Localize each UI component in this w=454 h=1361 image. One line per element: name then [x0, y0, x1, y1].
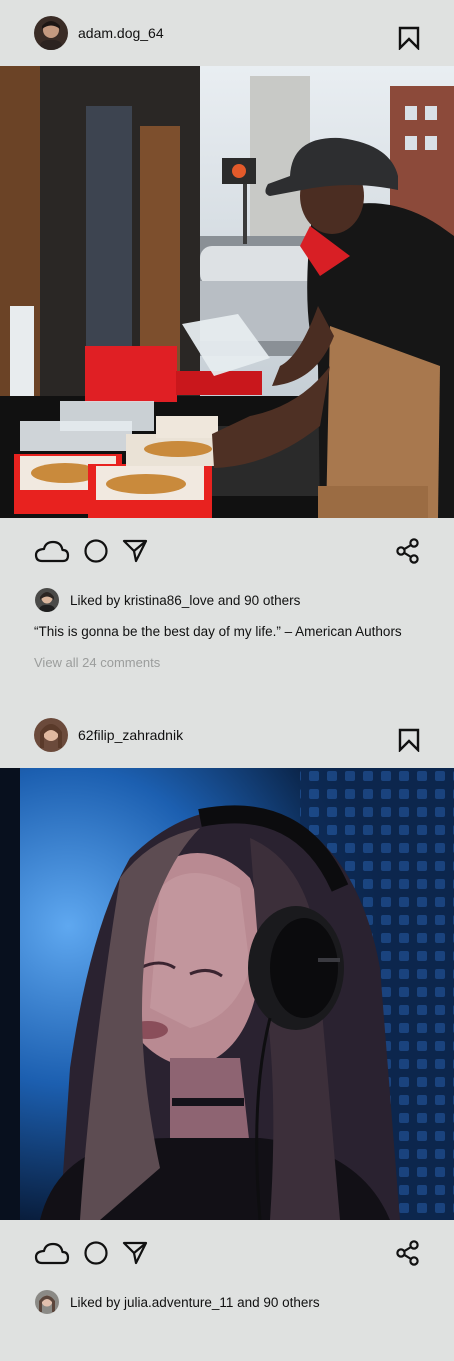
view-comments-link[interactable]: View all 24 comments — [34, 655, 454, 670]
post-header: 62filip_zahradnik — [0, 702, 454, 768]
caption: “This is gonna be the best day of my lif… — [34, 624, 402, 639]
cloud-icon[interactable] — [34, 538, 70, 569]
avatar[interactable] — [35, 588, 59, 612]
post-actions — [0, 518, 454, 584]
cloud-icon[interactable] — [34, 1240, 70, 1271]
post-header: adam.dog_64 — [0, 0, 454, 66]
post-image[interactable] — [0, 66, 454, 518]
username[interactable]: 62filip_zahradnik — [78, 727, 183, 743]
bookmark-icon[interactable] — [398, 728, 420, 753]
likes-row: Liked by kristina86_love and 90 others — [0, 586, 454, 614]
share-icon[interactable] — [396, 1240, 420, 1271]
likes-row: Liked by julia.adventure_11 and 90 other… — [0, 1288, 454, 1316]
post-image[interactable] — [0, 768, 454, 1220]
bookmark-icon[interactable] — [398, 26, 420, 51]
share-icon[interactable] — [396, 538, 420, 569]
send-icon[interactable] — [122, 538, 148, 569]
post-actions — [0, 1220, 454, 1286]
post: adam.dog_64 Liked by kristina86_love and… — [0, 0, 454, 670]
circle-icon[interactable] — [83, 538, 109, 569]
avatar[interactable] — [35, 1290, 59, 1314]
username[interactable]: adam.dog_64 — [78, 25, 164, 41]
avatar[interactable] — [34, 718, 68, 752]
feed: adam.dog_64 Liked by kristina86_love and… — [0, 0, 454, 1316]
likes-text[interactable]: Liked by julia.adventure_11 and 90 other… — [70, 1295, 320, 1310]
avatar[interactable] — [34, 16, 68, 50]
circle-icon[interactable] — [83, 1240, 109, 1271]
send-icon[interactable] — [122, 1240, 148, 1271]
likes-text[interactable]: Liked by kristina86_love and 90 others — [70, 593, 300, 608]
post: 62filip_zahradnik Liked by julia.adventu… — [0, 702, 454, 1316]
